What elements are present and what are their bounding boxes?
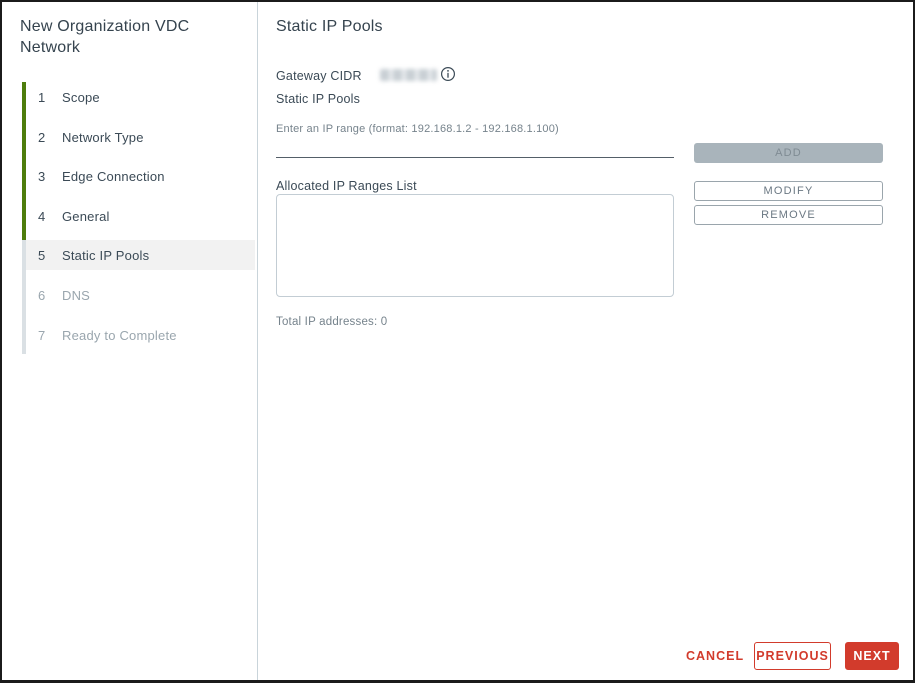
step-label: Static IP Pools	[62, 248, 149, 263]
previous-button[interactable]: PREVIOUS	[754, 642, 831, 670]
step-label: DNS	[62, 288, 90, 303]
next-button[interactable]: NEXT	[845, 642, 899, 670]
sidebar-step-general[interactable]: 4 General	[26, 201, 255, 231]
step-label: Edge Connection	[62, 169, 165, 184]
step-label: General	[62, 209, 110, 224]
modify-button[interactable]: MODIFY	[694, 181, 883, 201]
allocated-ip-ranges-label: Allocated IP Ranges List	[276, 179, 417, 193]
gateway-cidr-value-redacted	[380, 69, 437, 81]
allocated-ip-ranges-listbox[interactable]	[276, 194, 674, 297]
step-label: Ready to Complete	[62, 328, 177, 343]
remove-button[interactable]: REMOVE	[694, 205, 883, 225]
step-number: 7	[38, 328, 52, 343]
sidebar-step-edge-connection[interactable]: 3 Edge Connection	[26, 161, 255, 191]
sidebar-step-dns[interactable]: 6 DNS	[26, 280, 255, 310]
step-number: 5	[38, 248, 52, 263]
ip-range-input[interactable]	[276, 136, 674, 158]
sidebar-step-network-type[interactable]: 2 Network Type	[26, 122, 255, 152]
static-ip-pools-label: Static IP Pools	[276, 92, 360, 106]
step-number: 4	[38, 209, 52, 224]
wizard-title: New Organization VDC Network	[20, 16, 245, 58]
cancel-button[interactable]: CANCEL	[680, 643, 750, 669]
add-button[interactable]: ADD	[694, 143, 883, 163]
step-number: 6	[38, 288, 52, 303]
step-number: 2	[38, 130, 52, 145]
step-label: Scope	[62, 90, 100, 105]
step-label: Network Type	[62, 130, 144, 145]
step-number: 1	[38, 90, 52, 105]
sidebar-step-static-ip-pools[interactable]: 5 Static IP Pools	[26, 240, 255, 270]
page-title: Static IP Pools	[276, 18, 383, 36]
wizard-dialog: New Organization VDC Network 1 Scope 2 N…	[0, 0, 915, 683]
step-number: 3	[38, 169, 52, 184]
sidebar-step-ready-to-complete[interactable]: 7 Ready to Complete	[26, 320, 255, 350]
gateway-cidr-label: Gateway CIDR	[276, 69, 362, 83]
total-ip-addresses: Total IP addresses: 0	[276, 316, 387, 328]
ip-range-hint: Enter an IP range (format: 192.168.1.2 -…	[276, 123, 559, 135]
info-icon[interactable]	[440, 66, 456, 82]
sidebar-step-scope[interactable]: 1 Scope	[26, 82, 255, 112]
sidebar-divider	[257, 2, 258, 680]
